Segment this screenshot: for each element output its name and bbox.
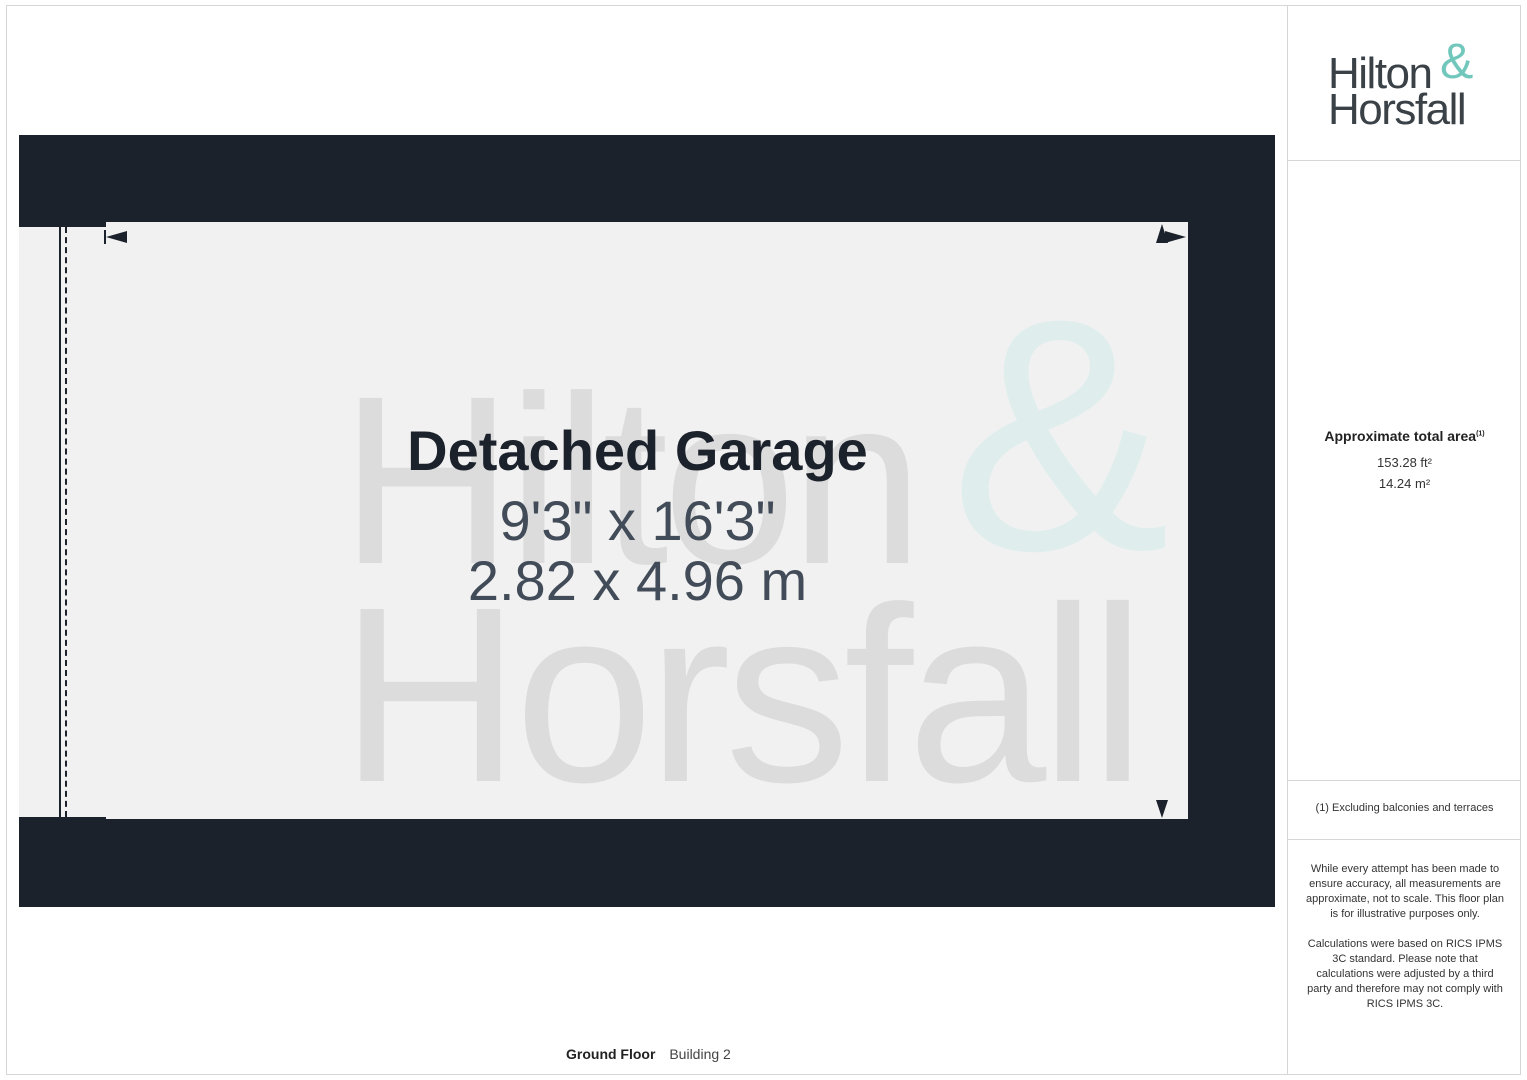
arrow-down-icon bbox=[1156, 800, 1168, 818]
room-name: Detached Garage bbox=[407, 419, 868, 482]
arrow-left-stop bbox=[104, 230, 106, 244]
room-dimensions-metric: 2.82 x 4.96 m bbox=[467, 549, 808, 612]
floor-name: Ground Floor bbox=[566, 1046, 656, 1062]
arrow-left-icon bbox=[106, 231, 127, 243]
arrow-right-icon bbox=[1165, 231, 1186, 243]
floor-label: Ground Floor Building 2 bbox=[566, 1046, 731, 1062]
room-dimensions-imperial: 9'3" x 16'3" bbox=[499, 489, 776, 552]
building-name: Building 2 bbox=[669, 1046, 731, 1062]
